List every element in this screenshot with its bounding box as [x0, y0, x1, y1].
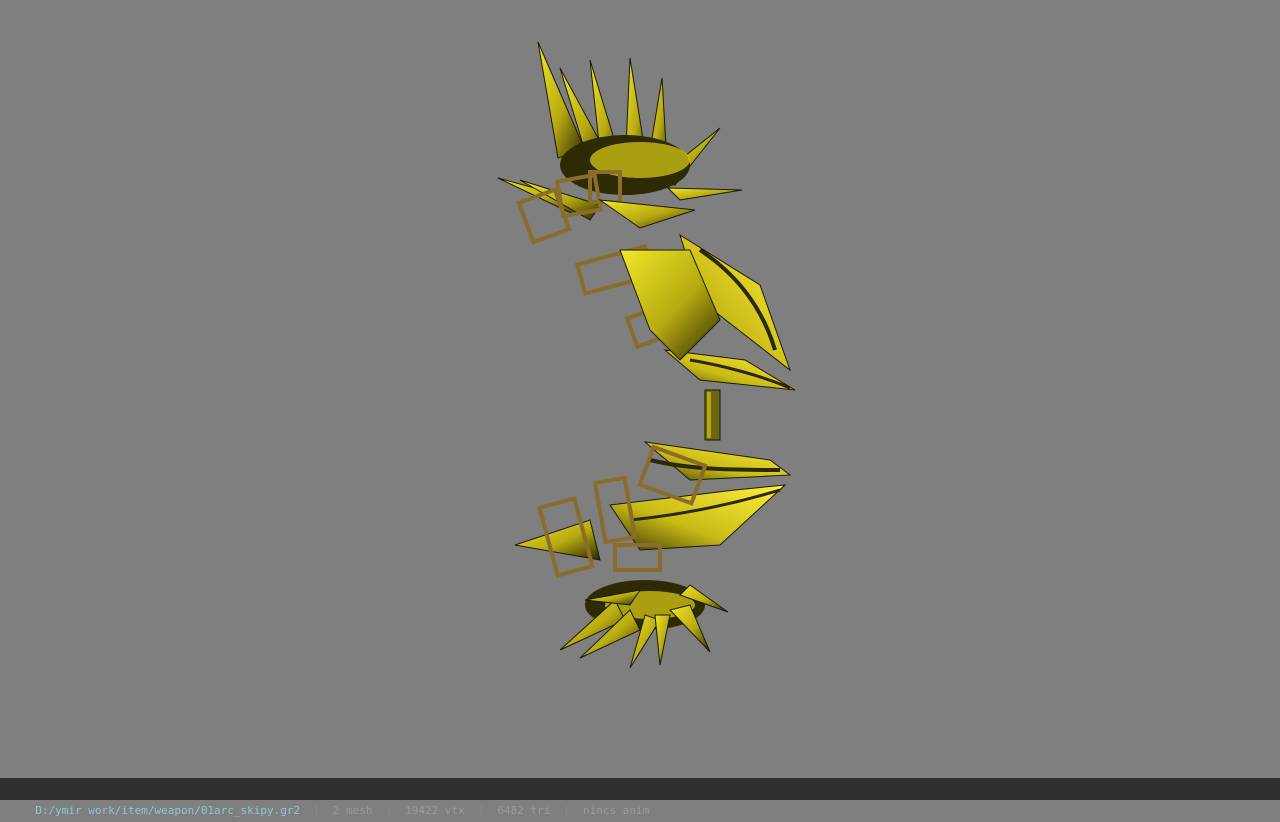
status-separator: | [563, 804, 570, 817]
status-separator: | [385, 804, 393, 817]
model-file-path: D:/ymir work/item/weapon/01arc_skipy.gr2 [35, 804, 301, 817]
vertex-count: 19422 vtx [405, 804, 465, 817]
status-separator: | [477, 804, 485, 817]
3d-viewport[interactable] [0, 0, 1280, 778]
mesh-count: 2 mesh [332, 804, 373, 817]
upper-limb-blade [598, 199, 796, 391]
status-separator: | [313, 804, 320, 817]
grip [704, 389, 721, 441]
triangle-count: 6482 tri [497, 804, 551, 817]
lower-limb-blade [514, 441, 792, 561]
status-bar: D:/ymir work/item/weapon/01arc_skipy.gr2… [0, 778, 1280, 817]
lower-spike-cluster [559, 580, 729, 669]
weapon-model-render [497, 41, 796, 669]
animation-status: nincs anim [583, 804, 650, 817]
